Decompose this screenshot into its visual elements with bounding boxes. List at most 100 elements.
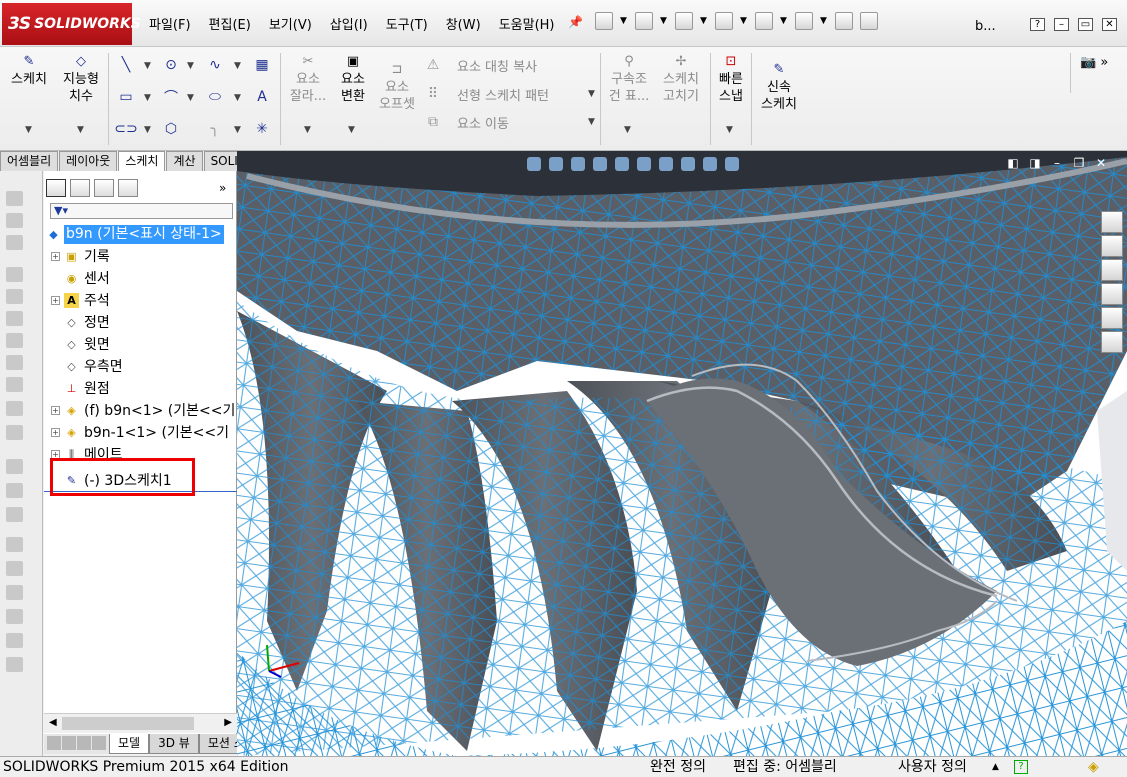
display-relations-button[interactable]: ⚲ 구속조 건 표... bbox=[606, 53, 652, 105]
undo-icon[interactable] bbox=[755, 12, 773, 30]
smart-dimension-button[interactable]: ◇ 지능형 치수 bbox=[58, 53, 104, 105]
snap-dropdown-icon[interactable]: ▼ bbox=[726, 125, 733, 135]
expand-icon[interactable]: + bbox=[51, 406, 60, 415]
menu-edit[interactable]: 편집(E) bbox=[200, 10, 260, 36]
menu-window[interactable]: 창(W) bbox=[437, 10, 490, 36]
sketch-button[interactable]: ✎ 스케치 bbox=[8, 53, 50, 88]
ellipse-icon[interactable]: ⬭ bbox=[206, 88, 224, 106]
tree-item-sensors[interactable]: ◉ 센서 bbox=[44, 268, 237, 290]
prev-tab-icon[interactable] bbox=[62, 736, 76, 750]
options-icon[interactable] bbox=[860, 12, 878, 30]
dimension-dropdown-icon[interactable]: ▼ bbox=[77, 125, 84, 135]
convert-dropdown-icon[interactable]: ▼ bbox=[348, 125, 355, 135]
open-folder-icon[interactable] bbox=[635, 12, 653, 30]
solidworks-logo[interactable]: 3S SOLIDWORKS bbox=[2, 3, 141, 45]
tree-root-assembly[interactable]: ◆ b9n (기본<표시 상태-1> bbox=[44, 224, 237, 246]
hole-alignment-icon[interactable] bbox=[6, 585, 23, 600]
view-orientation-icon[interactable] bbox=[615, 157, 629, 171]
display-style-icon[interactable] bbox=[637, 157, 651, 171]
rectangle-icon[interactable]: ▭ bbox=[117, 88, 135, 106]
assembly-features-icon[interactable] bbox=[6, 355, 23, 370]
arc-dropdown-icon[interactable]: ▼ bbox=[187, 93, 194, 103]
show-hidden-icon[interactable] bbox=[6, 333, 23, 348]
units-custom[interactable]: 사용자 정의 bbox=[898, 757, 967, 777]
exploded-view-icon[interactable] bbox=[6, 459, 23, 474]
undo-dropdown-icon[interactable]: ▼ bbox=[780, 12, 788, 30]
ellipse-dropdown-icon[interactable]: ▼ bbox=[234, 93, 241, 103]
expand-chevron-icon[interactable]: » bbox=[219, 181, 226, 195]
help-dropdown-icon[interactable]: ? bbox=[1030, 18, 1045, 31]
sketch-dropdown-icon[interactable]: ▼ bbox=[25, 125, 32, 135]
custom-properties-icon[interactable] bbox=[1101, 331, 1123, 353]
apply-scene-icon[interactable] bbox=[703, 157, 717, 171]
tag-icon[interactable]: ◈ bbox=[1088, 757, 1099, 777]
previous-view-icon[interactable] bbox=[571, 157, 585, 171]
move-label[interactable]: 요소 이동 bbox=[457, 113, 509, 132]
configurationmanager-tab-icon[interactable] bbox=[94, 179, 114, 197]
view-settings-icon[interactable] bbox=[725, 157, 739, 171]
appearances-icon[interactable] bbox=[1101, 307, 1123, 329]
first-tab-icon[interactable] bbox=[47, 736, 61, 750]
design-library-icon[interactable] bbox=[1101, 235, 1123, 257]
tree-item-component-1[interactable]: + ◈ (f) b9n<1> (기본<<기 bbox=[44, 400, 237, 422]
tab-sketch[interactable]: 스케치 bbox=[118, 151, 166, 172]
save-dropdown-icon[interactable]: ▼ bbox=[700, 12, 708, 30]
text-icon[interactable]: A bbox=[253, 88, 271, 106]
menu-insert[interactable]: 삽입(I) bbox=[321, 10, 377, 36]
move-component-icon[interactable] bbox=[6, 311, 23, 326]
new-motion-study-icon[interactable] bbox=[6, 401, 23, 416]
reference-geometry-icon[interactable] bbox=[6, 377, 23, 392]
line-dropdown-icon[interactable]: ▼ bbox=[144, 61, 151, 71]
tab-layout[interactable]: 레이아웃 bbox=[59, 151, 118, 171]
sensor-tool-icon[interactable] bbox=[6, 657, 23, 672]
solidworks-resources-icon[interactable] bbox=[1101, 211, 1123, 233]
tree-item-annotations[interactable]: + A 주석 bbox=[44, 290, 237, 312]
viewport-minimize-icon[interactable]: – bbox=[1051, 157, 1063, 169]
scroll-thumb[interactable] bbox=[62, 717, 194, 730]
mirror-icon[interactable]: ⚠ bbox=[424, 56, 442, 74]
minimize-icon[interactable]: – bbox=[1054, 18, 1069, 31]
repair-sketch-button[interactable]: ✢ 스케치 고치기 bbox=[658, 53, 704, 105]
spline-icon[interactable]: ∿ bbox=[206, 56, 224, 74]
rapid-sketch-button[interactable]: ✎ 신속 스케치 bbox=[756, 61, 802, 113]
linear-pattern-tool-icon[interactable] bbox=[6, 267, 23, 282]
bill-of-materials-icon[interactable] bbox=[6, 425, 23, 440]
camera-icon[interactable]: 📷 » bbox=[1080, 55, 1108, 70]
tree-item-front-plane[interactable]: ◇ 정면 bbox=[44, 312, 237, 334]
menu-file[interactable]: 파일(F) bbox=[140, 10, 200, 36]
measure-icon[interactable] bbox=[6, 609, 23, 624]
propertymanager-tab-icon[interactable] bbox=[70, 179, 90, 197]
tree-item-origin[interactable]: ⊥ 원점 bbox=[44, 378, 237, 400]
linear-pattern-icon[interactable]: ⠿ bbox=[424, 85, 442, 103]
section-view-icon[interactable] bbox=[593, 157, 607, 171]
fillet-dropdown-icon[interactable]: ▼ bbox=[234, 125, 241, 135]
circle-icon[interactable]: ⊙ bbox=[162, 56, 180, 74]
tree-filter-dropdown[interactable]: ▼▾ bbox=[50, 203, 233, 219]
viewport-prev-icon[interactable]: ◧ bbox=[1007, 157, 1019, 169]
move-entities-icon[interactable]: ⧉ bbox=[424, 113, 442, 131]
fillet-icon[interactable]: ╮ bbox=[206, 120, 224, 138]
instant3d-icon[interactable] bbox=[6, 507, 23, 522]
tree-item-component-2[interactable]: + ◈ b9n-1<1> (기본<<기 bbox=[44, 422, 237, 444]
expand-icon[interactable]: + bbox=[51, 428, 60, 437]
new-dropdown-icon[interactable]: ▼ bbox=[620, 12, 628, 30]
mate-icon[interactable] bbox=[6, 213, 23, 228]
arc-icon[interactable]: ⌒ bbox=[162, 88, 180, 106]
help-icon[interactable]: ? bbox=[1014, 760, 1028, 774]
viewport-next-icon[interactable]: ◨ bbox=[1029, 157, 1041, 169]
circle-dropdown-icon[interactable]: ▼ bbox=[187, 61, 194, 71]
mirror-label[interactable]: 요소 대칭 복사 bbox=[457, 56, 537, 75]
zoom-area-icon[interactable] bbox=[549, 157, 563, 171]
menu-tools[interactable]: 도구(T) bbox=[377, 10, 437, 36]
zoom-to-fit-icon[interactable] bbox=[527, 157, 541, 171]
featuremanager-tab-icon[interactable] bbox=[46, 179, 66, 197]
line-icon[interactable]: ╲ bbox=[117, 56, 135, 74]
select-arrow-icon[interactable] bbox=[795, 12, 813, 30]
tab-assembly[interactable]: 어셈블리 bbox=[0, 151, 59, 171]
interference-icon[interactable] bbox=[6, 537, 23, 552]
units-dropdown-icon[interactable]: ▲ bbox=[992, 757, 999, 777]
select-dropdown-icon[interactable]: ▼ bbox=[820, 12, 828, 30]
viewport-restore-icon[interactable]: ❐ bbox=[1073, 157, 1085, 169]
explode-line-icon[interactable] bbox=[6, 483, 23, 498]
file-explorer-icon[interactable] bbox=[1101, 259, 1123, 281]
